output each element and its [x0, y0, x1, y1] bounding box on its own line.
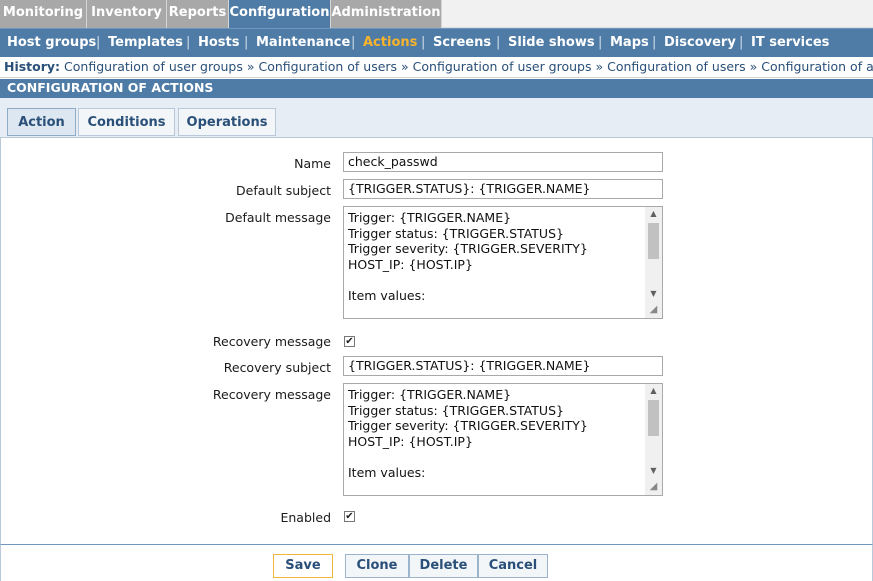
check-icon: ✔ — [345, 336, 354, 347]
default-message-scrollbar[interactable]: ▲ ▼ — [645, 207, 662, 301]
submenu-templates[interactable]: Templates — [108, 29, 183, 57]
recovery-message-checkbox[interactable]: ✔ — [344, 336, 355, 347]
check-icon: ✔ — [345, 511, 354, 522]
history-link[interactable]: Configuration of user groups — [413, 59, 592, 74]
history-separator: » — [401, 59, 409, 74]
history-link[interactable]: Configuration of actions — [761, 59, 873, 74]
submenu-separator: | — [421, 35, 426, 50]
default-message-label: Default message — [225, 210, 331, 225]
history-link[interactable]: Configuration of users — [259, 59, 398, 74]
submenu-maintenance[interactable]: Maintenance — [256, 29, 350, 57]
submenu-separator: | — [186, 35, 191, 50]
default-message-textarea[interactable]: Trigger: {TRIGGER.NAME} Trigger status: … — [343, 206, 663, 319]
recovery-message-scrollbar[interactable]: ▲ ▼ — [645, 384, 662, 478]
scrollbar-thumb[interactable] — [648, 223, 659, 259]
clone-button[interactable]: Clone — [345, 554, 409, 578]
recovery-message-label: Recovery message — [212, 387, 331, 402]
top-menu-monitoring[interactable]: Monitoring — [0, 0, 87, 28]
submenu-screens[interactable]: Screens — [433, 29, 491, 57]
submenu-separator: | — [96, 35, 101, 50]
submenu-separator: | — [351, 35, 356, 50]
enabled-label: Enabled — [280, 510, 331, 525]
submenu-separator: | — [652, 35, 657, 50]
delete-button[interactable]: Delete — [409, 554, 478, 578]
submenu-maps[interactable]: Maps — [610, 29, 649, 57]
save-button[interactable]: Save — [273, 554, 333, 578]
submenu-separator: | — [739, 35, 744, 50]
scroll-up-icon[interactable]: ▲ — [645, 384, 662, 398]
top-menu-administration[interactable]: Administration — [331, 0, 442, 28]
name-input[interactable]: check_passwd — [343, 152, 663, 172]
submenu-slide-shows[interactable]: Slide shows — [508, 29, 595, 57]
default-subject-label: Default subject — [236, 183, 331, 198]
recovery-subject-input[interactable]: {TRIGGER.STATUS}: {TRIGGER.NAME} — [343, 356, 663, 376]
enabled-checkbox[interactable]: ✔ — [344, 511, 355, 522]
cancel-button[interactable]: Cancel — [478, 554, 548, 578]
name-label: Name — [294, 156, 331, 171]
resize-grip-icon[interactable]: ◢ — [645, 478, 662, 495]
history-link[interactable]: Configuration of user groups — [64, 59, 243, 74]
submenu-separator: | — [598, 35, 603, 50]
top-menu-configuration[interactable]: Configuration — [229, 0, 331, 28]
tab-conditions[interactable]: Conditions — [78, 108, 175, 136]
recovery-message-textarea[interactable]: Trigger: {TRIGGER.NAME} Trigger status: … — [343, 383, 663, 496]
submenu-separator: | — [244, 35, 249, 50]
sub-menu: Host groups | Templates | Hosts | Mainte… — [0, 28, 873, 57]
recovery-message-checkbox-label: Recovery message — [212, 334, 331, 349]
history-separator: » — [246, 59, 255, 74]
submenu-hosts[interactable]: Hosts — [198, 29, 240, 57]
history-separator: » — [749, 59, 758, 74]
recovery-message-text: Trigger: {TRIGGER.NAME} Trigger status: … — [348, 387, 588, 480]
history-link[interactable]: Configuration of users — [607, 59, 746, 74]
history-label: History: — [4, 59, 61, 74]
scrollbar-thumb[interactable] — [648, 400, 659, 436]
page-title: CONFIGURATION OF ACTIONS — [0, 79, 873, 98]
breadcrumb: History: Configuration of user groups » … — [0, 57, 873, 78]
resize-grip-icon[interactable]: ◢ — [645, 301, 662, 318]
top-menu-filler — [442, 0, 873, 28]
submenu-separator: | — [496, 35, 501, 50]
top-menu-reports[interactable]: Reports — [167, 0, 229, 28]
top-menu: Monitoring Inventory Reports Configurati… — [0, 0, 873, 28]
submenu-actions[interactable]: Actions — [363, 29, 417, 57]
default-subject-input[interactable]: {TRIGGER.STATUS}: {TRIGGER.NAME} — [343, 179, 663, 199]
scroll-down-icon[interactable]: ▼ — [645, 287, 662, 301]
form-footer: Save Clone Delete Cancel — [0, 544, 873, 581]
scroll-down-icon[interactable]: ▼ — [645, 464, 662, 478]
submenu-discovery[interactable]: Discovery — [664, 29, 736, 57]
top-menu-inventory[interactable]: Inventory — [87, 0, 167, 28]
default-message-text: Trigger: {TRIGGER.NAME} Trigger status: … — [348, 210, 588, 303]
action-form: Name check_passwd Default subject {TRIGG… — [0, 138, 873, 544]
tab-operations[interactable]: Operations — [178, 108, 276, 136]
recovery-subject-label: Recovery subject — [223, 360, 331, 375]
tab-action[interactable]: Action — [7, 108, 76, 136]
history-separator: » — [595, 59, 604, 74]
submenu-host-groups[interactable]: Host groups — [7, 29, 96, 57]
tab-bar: Action Conditions Operations — [0, 98, 873, 138]
submenu-it-services[interactable]: IT services — [751, 29, 829, 57]
scroll-up-icon[interactable]: ▲ — [645, 207, 662, 221]
